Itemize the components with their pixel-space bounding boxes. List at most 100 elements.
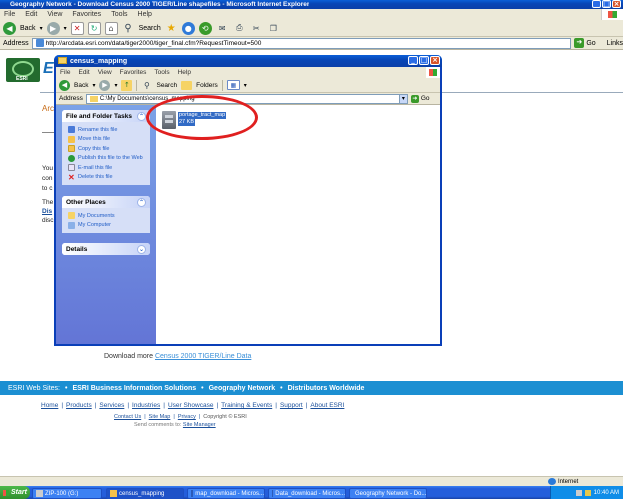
menu-file[interactable]: File (4, 11, 15, 18)
explorer-forward-dropdown-icon[interactable]: ▾ (114, 82, 117, 89)
taskbar-item-geography[interactable]: Geography Network - Do... (349, 488, 427, 499)
task-copy[interactable]: Copy this file (68, 144, 144, 154)
menu-tools[interactable]: Tools (111, 11, 127, 18)
start-windows-icon (3, 489, 9, 496)
explorer-back-label[interactable]: Back (74, 82, 88, 89)
web-site-link-bis[interactable]: ESRI Business Information Solutions (72, 385, 196, 392)
explorer-minimize-button[interactable]: _ (408, 56, 418, 65)
disclaimer-link[interactable]: Dis (42, 207, 54, 216)
esri-tag: ESRI (16, 76, 28, 82)
search-label[interactable]: Search (139, 25, 161, 32)
site-manager-link[interactable]: Site Manager (183, 422, 216, 428)
explorer-search-label[interactable]: Search (156, 82, 177, 89)
menu-help[interactable]: Help (138, 11, 152, 18)
folders-icon[interactable] (181, 80, 193, 90)
explorer-back-icon[interactable]: ◀ (59, 79, 70, 91)
task-delete[interactable]: ✕ Delete this file (68, 173, 144, 183)
explorer-menu-file[interactable]: File (60, 69, 70, 76)
folders-label[interactable]: Folders (196, 82, 218, 89)
volume-icon[interactable] (584, 489, 591, 496)
explorer-menu-favorites[interactable]: Favorites (120, 69, 147, 76)
taskbar-item-census[interactable]: census_mapping (106, 488, 184, 499)
explorer-go-button[interactable]: ➜ Go (410, 94, 430, 103)
forward-icon[interactable]: ▶ (46, 21, 60, 35)
search-icon[interactable]: ⚲ (122, 22, 135, 35)
footer-link-industries[interactable]: Industries (132, 402, 160, 409)
taskbar-item-zip[interactable]: ZIP-100 (G:) (32, 488, 102, 499)
details-header[interactable]: Details ⌄ (62, 243, 150, 255)
refresh-icon[interactable]: ↻ (87, 21, 101, 35)
address-label: Address (3, 39, 29, 47)
menu-favorites[interactable]: Favorites (72, 11, 101, 18)
explorer-menu-tools[interactable]: Tools (154, 69, 169, 76)
copy-icon[interactable]: ❐ (267, 22, 280, 35)
footer-link-training[interactable]: Training & Events (221, 402, 272, 409)
explorer-forward-icon[interactable]: ▶ (99, 79, 111, 91)
explorer-menu-edit[interactable]: Edit (78, 69, 89, 76)
address-input[interactable]: http://arcdata.esri.com/data/tiger2000/t… (31, 37, 572, 49)
clock[interactable]: 10:40 AM (594, 490, 619, 496)
footer-link-showcase[interactable]: User Showcase (168, 402, 214, 409)
views-dropdown-icon[interactable]: ▾ (244, 82, 247, 89)
views-icon[interactable]: ▦ (226, 80, 240, 90)
word-doc-icon (191, 490, 194, 497)
explorer-menu-view[interactable]: View (98, 69, 112, 76)
close-button[interactable]: × (612, 0, 621, 8)
web-site-link-geography[interactable]: Geography Network (209, 385, 276, 392)
file-folder-tasks-header[interactable]: File and Folder Tasks ⌃ (62, 110, 150, 122)
collapse-chevron-icon[interactable]: ⌃ (137, 111, 146, 121)
explorer-search-icon[interactable]: ⚲ (141, 80, 152, 91)
explorer-menu-help[interactable]: Help (178, 69, 191, 76)
menu-edit[interactable]: Edit (25, 11, 37, 18)
forward-dropdown-icon[interactable]: ▾ (64, 25, 67, 32)
home-icon[interactable]: ⌂ (104, 21, 118, 35)
back-label[interactable]: Back (20, 25, 36, 32)
explorer-window: census_mapping _ □ × File Edit View Favo… (54, 55, 442, 346)
contact-us-link[interactable]: Contact Us (114, 414, 141, 420)
task-publish[interactable]: Publish this file to the Web (68, 154, 144, 164)
footer-link-services[interactable]: Services (99, 402, 124, 409)
expand-chevron-icon[interactable]: ⌄ (137, 244, 146, 254)
address-dropdown-icon[interactable]: ▾ (398, 94, 407, 103)
stop-icon[interactable]: ✕ (70, 21, 84, 35)
collapse-chevron-icon[interactable]: ⌃ (137, 197, 146, 207)
maximize-button[interactable]: □ (602, 0, 611, 8)
place-my-documents[interactable]: My Documents (68, 211, 144, 221)
up-folder-icon[interactable]: ↑ (121, 79, 133, 91)
task-email[interactable]: E-mail this file (68, 163, 144, 173)
footer-link-home[interactable]: Home (41, 402, 58, 409)
site-map-link[interactable]: Site Map (149, 414, 171, 420)
taskbar-item-map-download[interactable]: map_download - Micros... (187, 488, 265, 499)
explorer-back-dropdown-icon[interactable]: ▾ (92, 82, 95, 89)
other-places-header[interactable]: Other Places ⌃ (62, 196, 150, 208)
links-button[interactable]: Links (607, 40, 623, 47)
cut-icon[interactable]: ✂ (250, 22, 263, 35)
tray-icon[interactable] (575, 489, 582, 496)
print-icon[interactable]: ⎙ (233, 22, 246, 35)
footer-link-support[interactable]: Support (280, 402, 303, 409)
toolbar-separator (221, 79, 223, 91)
explorer-close-button[interactable]: × (430, 56, 440, 65)
media-icon[interactable]: ● (181, 21, 195, 35)
task-rename[interactable]: Rename this file (68, 125, 144, 135)
email-icon (68, 164, 75, 172)
explorer-address-input[interactable]: C:\My Documents\census_mapping ▾ (85, 93, 408, 104)
back-dropdown-icon[interactable]: ▾ (40, 25, 43, 32)
back-icon[interactable]: ◀ (3, 21, 16, 35)
favorites-icon[interactable]: ★ (165, 22, 178, 35)
census-data-link[interactable]: Census 2000 TIGER/Line Data (155, 353, 251, 360)
footer-link-about[interactable]: About ESRI (310, 402, 344, 409)
footer-link-products[interactable]: Products (66, 402, 92, 409)
minimize-button[interactable]: _ (592, 0, 601, 8)
web-site-link-distributors[interactable]: Distributors Worldwide (288, 385, 365, 392)
place-my-computer[interactable]: My Computer (68, 221, 144, 231)
explorer-maximize-button[interactable]: □ (419, 56, 429, 65)
menu-view[interactable]: View (47, 11, 62, 18)
mail-icon[interactable]: ✉ (216, 22, 229, 35)
go-button[interactable]: ➜ Go (574, 38, 596, 48)
privacy-link[interactable]: Privacy (178, 414, 196, 420)
task-move[interactable]: Move this file (68, 135, 144, 145)
history-icon[interactable]: ⟲ (198, 21, 212, 35)
start-button[interactable]: Start (0, 486, 30, 499)
taskbar-item-data-download[interactable]: Data_download - Micros... (268, 488, 346, 499)
